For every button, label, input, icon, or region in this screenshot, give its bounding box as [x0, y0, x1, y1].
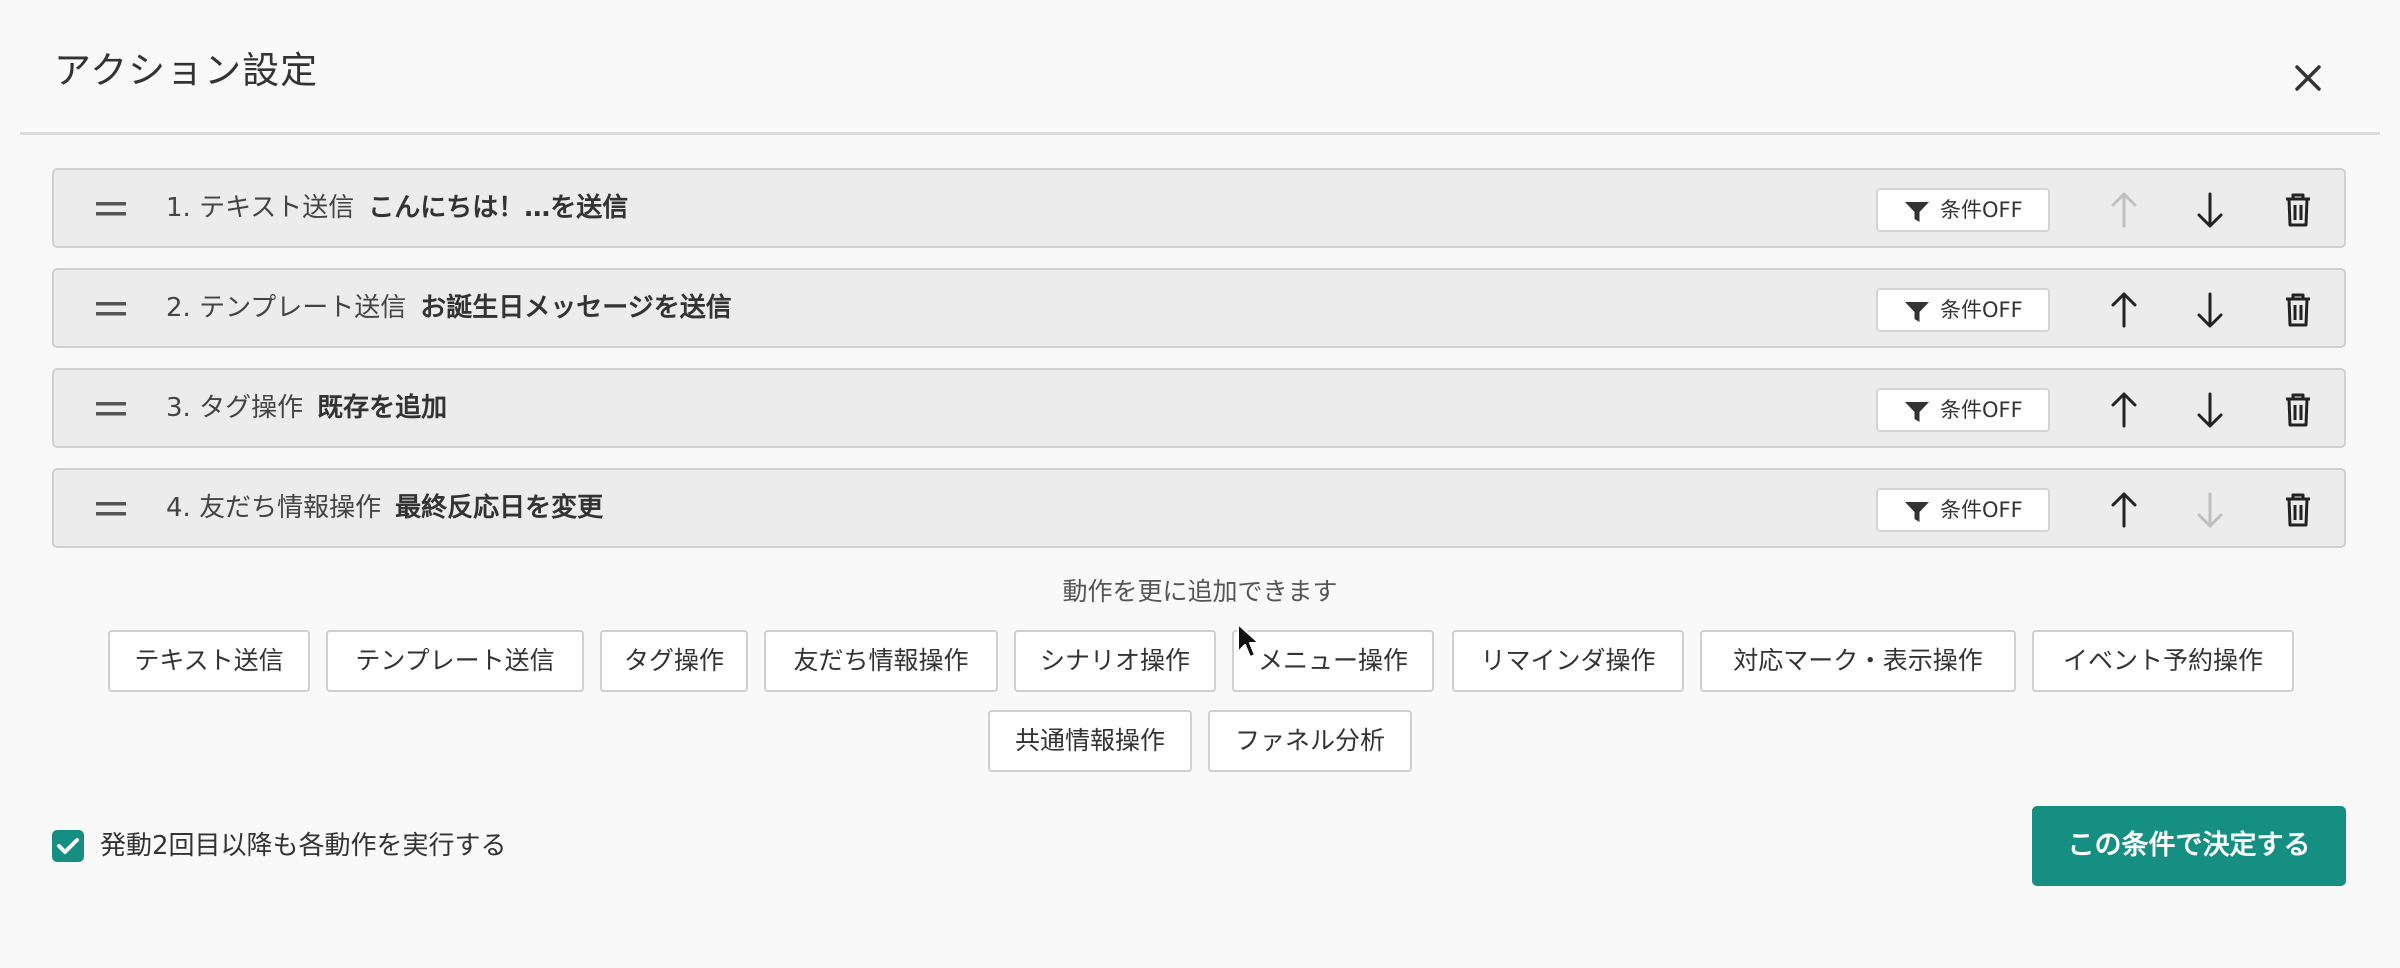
- drag-handle-icon[interactable]: [96, 300, 126, 318]
- add-text-send-button[interactable]: テキスト送信: [108, 630, 310, 692]
- mouse-cursor-icon: [1237, 623, 1260, 658]
- condition-toggle-button[interactable]: 条件OFF: [1876, 188, 2050, 232]
- action-row-4[interactable]: 4. 友だち情報操作 最終反応日を変更 条件OFF: [52, 468, 2346, 548]
- action-summary: こんにちは！…を送信: [368, 193, 629, 223]
- action-summary: お誕生日メッセージを送信: [420, 293, 732, 323]
- close-icon[interactable]: [2288, 58, 2328, 98]
- trash-icon[interactable]: [2278, 288, 2318, 332]
- move-up-icon: [2111, 192, 2137, 228]
- repeat-actions-label[interactable]: 発動2回目以降も各動作を実行する: [100, 828, 507, 864]
- add-tag-operation-button[interactable]: タグ操作: [600, 630, 748, 692]
- action-label: 3. タグ操作: [166, 393, 304, 423]
- action-summary: 既存を追加: [317, 393, 448, 423]
- funnel-icon: [1905, 502, 1929, 522]
- trash-icon[interactable]: [2278, 188, 2318, 232]
- drag-handle-icon[interactable]: [96, 500, 126, 518]
- add-funnel-analysis-button[interactable]: ファネル分析: [1208, 710, 1412, 772]
- move-down-icon[interactable]: [2190, 188, 2230, 232]
- condition-toggle-button[interactable]: 条件OFF: [1876, 488, 2050, 532]
- header-divider: [20, 132, 2380, 135]
- funnel-icon: [1905, 302, 1929, 322]
- repeat-actions-checkbox[interactable]: [52, 830, 84, 862]
- action-label: 4. 友だち情報操作: [166, 493, 382, 523]
- move-up-icon[interactable]: [2104, 388, 2144, 432]
- funnel-icon: [1905, 402, 1929, 422]
- move-down-icon[interactable]: [2190, 288, 2230, 332]
- add-event-booking-button[interactable]: イベント予約操作: [2032, 630, 2294, 692]
- action-label: 1. テキスト送信: [166, 193, 355, 223]
- move-up-icon[interactable]: [2104, 288, 2144, 332]
- drag-handle-icon[interactable]: [96, 200, 126, 218]
- move-down-icon[interactable]: [2190, 388, 2230, 432]
- add-actions-hint: 動作を更に追加できます: [1062, 577, 1338, 606]
- move-down-icon: [2197, 492, 2223, 528]
- checkmark-icon: [57, 838, 79, 854]
- drag-handle-icon[interactable]: [96, 400, 126, 418]
- add-response-mark-button[interactable]: 対応マーク・表示操作: [1700, 630, 2016, 692]
- condition-toggle-button[interactable]: 条件OFF: [1876, 288, 2050, 332]
- condition-toggle-button[interactable]: 条件OFF: [1876, 388, 2050, 432]
- add-reminder-button[interactable]: リマインダ操作: [1452, 630, 1684, 692]
- funnel-icon: [1905, 202, 1929, 222]
- trash-icon[interactable]: [2278, 488, 2318, 532]
- action-summary: 最終反応日を変更: [395, 493, 604, 523]
- move-up-icon[interactable]: [2104, 488, 2144, 532]
- action-row-3[interactable]: 3. タグ操作 既存を追加 条件OFF: [52, 368, 2346, 448]
- add-friend-info-button[interactable]: 友だち情報操作: [764, 630, 998, 692]
- add-scenario-button[interactable]: シナリオ操作: [1014, 630, 1216, 692]
- add-shared-info-button[interactable]: 共通情報操作: [988, 710, 1192, 772]
- dialog-title: アクション設定: [54, 49, 319, 92]
- action-label: 2. テンプレート送信: [166, 293, 407, 323]
- add-menu-button[interactable]: メニュー操作: [1232, 630, 1434, 692]
- submit-button[interactable]: この条件で決定する: [2032, 806, 2346, 886]
- trash-icon[interactable]: [2278, 388, 2318, 432]
- add-template-send-button[interactable]: テンプレート送信: [326, 630, 584, 692]
- action-row-1[interactable]: 1. テキスト送信 こんにちは！…を送信 条件OFF: [52, 168, 2346, 248]
- action-row-2[interactable]: 2. テンプレート送信 お誕生日メッセージを送信 条件OFF: [52, 268, 2346, 348]
